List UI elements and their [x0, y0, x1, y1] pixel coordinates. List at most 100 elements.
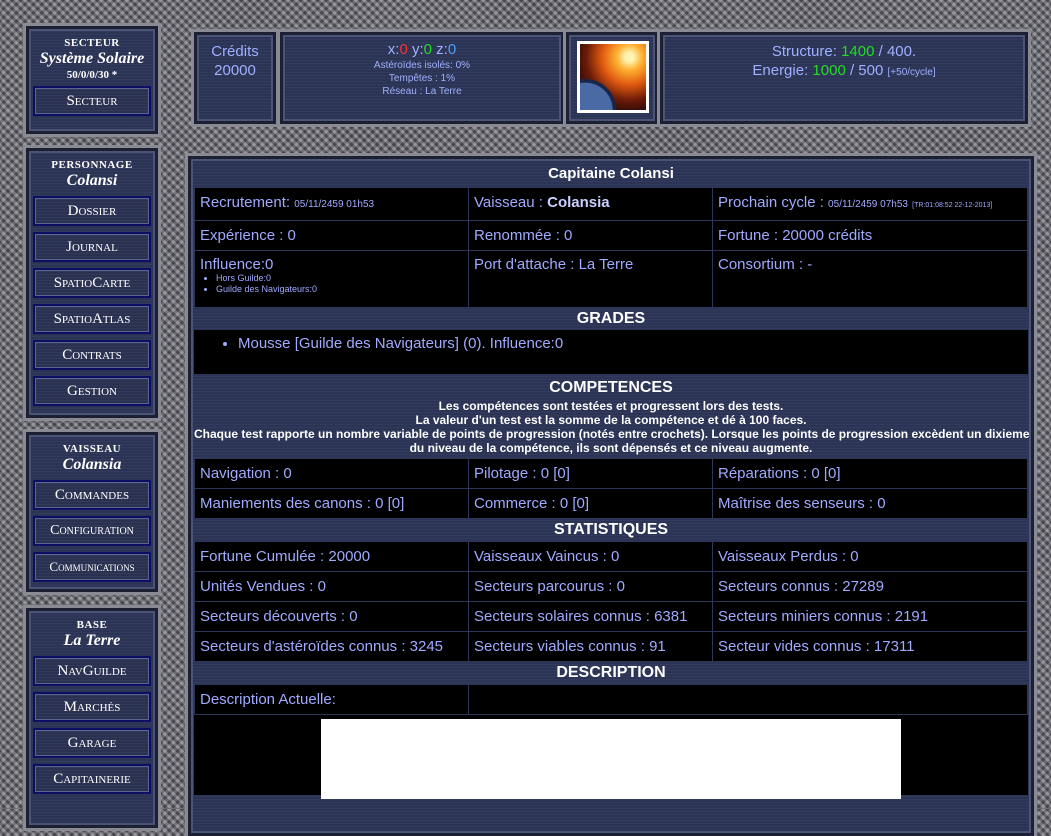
sector-panel: SECTEUR Système Solaire 50/0/0/30 * Sect…	[26, 26, 158, 134]
stat-cell: Secteurs connus : 27289	[712, 571, 1028, 602]
page-title: Capitaine Colansi	[548, 165, 674, 182]
influence-cell: Influence:0 Hors Guilde:0 Guilde des Nav…	[194, 250, 469, 308]
credits-value: 20000	[214, 62, 256, 79]
competences-desc-line: La valeur d'un test est la somme de la c…	[415, 413, 807, 427]
planet-panel	[566, 32, 658, 124]
credits-label: Crédits	[211, 43, 259, 60]
garage-button[interactable]: Garage	[33, 728, 151, 758]
structure-line: Structure: 1400 / 400.	[663, 42, 1025, 61]
x-value: 0	[399, 41, 408, 58]
table-row: Description Actuelle:	[194, 684, 1028, 715]
location-panel: x:0 y:0 z:0 Astéroïdes isolés: 0% Tempêt…	[280, 32, 564, 124]
description-header: DESCRIPTION	[556, 664, 666, 681]
competences-table: Navigation : 0 Pilotage : 0 [0] Réparati…	[194, 458, 1028, 519]
stat-cell: Secteurs parcourus : 0	[468, 571, 713, 602]
character-title: PERSONNAGE	[51, 159, 133, 171]
next-cycle-tr: [TR:01:08:52 22-12-2013]	[912, 202, 993, 209]
energy-label: Energie:	[752, 62, 809, 79]
energy-value: 1000	[812, 62, 846, 79]
ship-title: VAISSEAU	[62, 443, 122, 455]
energy-rate: [+50/cycle]	[887, 67, 936, 78]
table-row: Secteurs découverts : 0 Secteurs solaire…	[194, 601, 1028, 632]
commerce-skill: Commerce : 0 [0]	[468, 488, 713, 519]
stat-cell: Secteurs viables connus : 91	[468, 631, 713, 662]
recruit-date: 05/11/2459 01h53	[294, 199, 375, 210]
description-label: Description Actuelle:	[194, 684, 469, 715]
description-editor-area	[194, 715, 1028, 799]
competences-desc-line: Chaque test rapporte un nombre variable …	[194, 427, 1030, 441]
description-value	[468, 684, 1028, 715]
y-label: y:	[411, 41, 424, 58]
planet-image[interactable]	[577, 41, 649, 113]
spatioatlas-button[interactable]: SpatioAtlas	[33, 304, 151, 334]
home-port-cell: Port d'attache : La Terre	[468, 250, 713, 308]
journal-button[interactable]: Journal	[33, 232, 151, 262]
dossier-button[interactable]: Dossier	[33, 196, 151, 226]
grades-block: Mousse [Guilde des Navigateurs] (0). Inf…	[194, 330, 1028, 374]
list-item: Hors Guilde:0	[216, 273, 468, 284]
structure-max: / 400.	[878, 43, 917, 60]
stat-cell: Secteurs miniers connus : 2191	[712, 601, 1028, 632]
recruit-label: Recrutement:	[200, 194, 295, 211]
navguilde-button[interactable]: NavGuilde	[33, 656, 151, 686]
spatiocarte-button[interactable]: SpatioCarte	[33, 268, 151, 298]
competences-description: Les compétences sont testées et progress…	[194, 399, 1030, 458]
ship-name: Colansia	[62, 456, 122, 473]
list-item: Mousse [Guilde des Navigateurs] (0). Inf…	[238, 335, 1028, 352]
next-cycle-cell: Prochain cycle : 05/11/2459 07h53 [TR:01…	[712, 187, 1028, 221]
gestion-button[interactable]: Gestion	[33, 376, 151, 406]
description-textarea[interactable]	[321, 719, 901, 799]
main-panel: Capitaine Colansi Recrutement: 05/11/245…	[188, 156, 1034, 836]
grades-header: GRADES	[576, 310, 646, 327]
next-cycle-label: Prochain cycle :	[718, 194, 829, 211]
renown-cell: Renommée : 0	[468, 220, 713, 251]
repair-skill: Réparations : 0 [0]	[712, 458, 1028, 489]
fortune-cell: Fortune : 20000 crédits	[712, 220, 1028, 251]
stat-cell: Unités Vendues : 0	[194, 571, 469, 602]
communications-button[interactable]: Communications	[33, 552, 151, 582]
base-title: BASE	[76, 619, 108, 631]
consortium-cell: Consortium : -	[712, 250, 1028, 308]
storms-rate: Tempêtes : 1%	[388, 73, 456, 84]
table-row: Fortune Cumulée : 20000 Vaisseaux Vaincu…	[194, 541, 1028, 572]
next-cycle-date: 05/11/2459 07h53	[828, 199, 908, 210]
stat-cell: Vaisseaux Perdus : 0	[712, 541, 1028, 572]
sensor-skill: Maîtrise des senseurs : 0	[712, 488, 1028, 519]
ship-panel: VAISSEAU Colansia Commandes Configuratio…	[26, 432, 158, 592]
ship-label: Vaisseau :	[474, 194, 548, 211]
cannon-skill: Maniements des canons : 0 [0]	[194, 488, 469, 519]
configuration-button[interactable]: Configuration	[33, 516, 151, 546]
sector-button[interactable]: Secteur	[33, 86, 151, 116]
base-panel: BASE La Terre NavGuilde Marchés Garage C…	[26, 608, 158, 828]
ship-name-link[interactable]: Colansia	[547, 194, 610, 211]
asteroids-rate: Astéroïdes isolés: 0%	[373, 60, 471, 71]
influence-list: Hors Guilde:0 Guilde des Navigateurs:0	[200, 273, 468, 295]
y-value: 0	[423, 41, 432, 58]
stat-cell: Secteurs d'astéroïdes connus : 3245	[194, 631, 469, 662]
description-table: Description Actuelle:	[194, 684, 1028, 715]
stat-cell: Secteur vides connus : 17311	[712, 631, 1028, 662]
experience-cell: Expérience : 0	[194, 220, 469, 251]
competences-header: COMPETENCES	[549, 379, 673, 396]
character-panel: PERSONNAGE Colansi Dossier Journal Spati…	[26, 148, 158, 418]
table-row: Recrutement: 05/11/2459 01h53 Vaisseau :…	[194, 187, 1028, 221]
structure-label: Structure:	[771, 43, 837, 60]
structure-value: 1400	[841, 43, 875, 60]
z-label: z:	[436, 41, 448, 58]
contrats-button[interactable]: Contrats	[33, 340, 151, 370]
stat-cell: Fortune Cumulée : 20000	[194, 541, 469, 572]
credits-panel: Crédits 20000	[194, 32, 276, 124]
info-table: Recrutement: 05/11/2459 01h53 Vaisseau :…	[194, 187, 1028, 308]
character-name: Colansi	[66, 172, 118, 189]
status-panel: Structure: 1400 / 400. Energie: 1000 / 5…	[660, 32, 1028, 124]
list-item: Guilde des Navigateurs:0	[216, 284, 468, 295]
commandes-button[interactable]: Commandes	[33, 480, 151, 510]
base-name: La Terre	[63, 632, 121, 649]
capitainerie-button[interactable]: Capitainerie	[33, 764, 151, 794]
table-row: Navigation : 0 Pilotage : 0 [0] Réparati…	[194, 458, 1028, 489]
competences-desc-line: du niveau de la compétence, ils sont dép…	[409, 441, 813, 455]
statistics-header: STATISTIQUES	[553, 521, 669, 538]
marches-button[interactable]: Marchés	[33, 692, 151, 722]
table-row: Influence:0 Hors Guilde:0 Guilde des Nav…	[194, 250, 1028, 308]
table-row: Unités Vendues : 0 Secteurs parcourus : …	[194, 571, 1028, 602]
